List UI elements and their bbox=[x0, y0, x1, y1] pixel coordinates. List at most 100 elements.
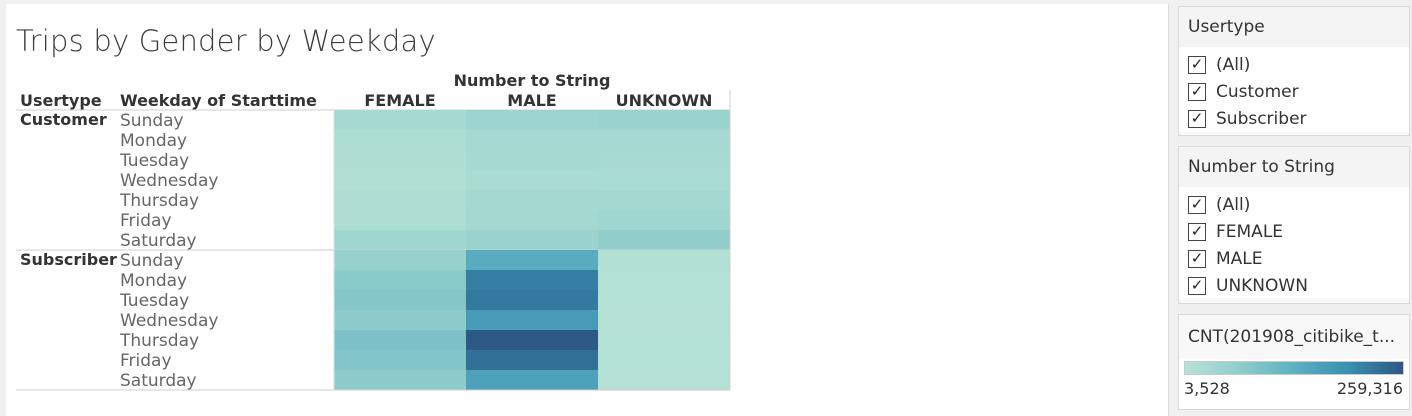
check-icon: ✓ bbox=[1190, 222, 1204, 240]
heatmap-cell[interactable] bbox=[466, 170, 599, 191]
checkbox[interactable]: ✓ bbox=[1188, 249, 1206, 268]
row-label: Saturday bbox=[120, 371, 197, 391]
checkbox[interactable]: ✓ bbox=[1188, 55, 1206, 74]
heatmap-cell[interactable] bbox=[466, 290, 599, 311]
heatmap-cell[interactable] bbox=[334, 150, 467, 171]
heatmap-cell[interactable] bbox=[598, 350, 731, 371]
filter-option-label: Subscriber bbox=[1216, 108, 1307, 129]
usertype-filter-panel: Usertype ✓ (All) ✓ Customer ✓ Subscriber bbox=[1178, 6, 1410, 136]
heatmap-cell[interactable] bbox=[334, 250, 467, 271]
row-label: Friday bbox=[120, 351, 172, 371]
heatmap-cell[interactable] bbox=[334, 110, 467, 131]
heatmap-cell[interactable] bbox=[334, 210, 467, 231]
row-label: Monday bbox=[120, 271, 187, 291]
heatmap-cell[interactable] bbox=[466, 250, 599, 271]
column-label: FEMALE bbox=[364, 91, 435, 110]
row-label: Wednesday bbox=[120, 311, 218, 331]
heatmap: Number to String Usertype Weekday of Start… bbox=[16, 71, 731, 391]
row-label: Monday bbox=[120, 131, 187, 151]
heatmap-cell[interactable] bbox=[466, 150, 599, 171]
heatmap-cell[interactable] bbox=[598, 110, 731, 131]
heatmap-cell[interactable] bbox=[598, 230, 731, 251]
heatmap-cell[interactable] bbox=[598, 270, 731, 291]
heatmap-cell[interactable] bbox=[466, 310, 599, 331]
column-label: UNKNOWN bbox=[616, 91, 713, 110]
filter-option-unknown[interactable]: ✓ UNKNOWN bbox=[1179, 272, 1409, 299]
heatmap-cell[interactable] bbox=[466, 330, 599, 351]
check-icon: ✓ bbox=[1190, 249, 1204, 267]
row-header-weekday: Weekday of Starttime bbox=[120, 91, 317, 110]
heatmap-cell[interactable] bbox=[466, 270, 599, 291]
gender-filter-title: Number to String bbox=[1179, 147, 1409, 187]
row-label: Sunday bbox=[120, 251, 184, 271]
check-icon: ✓ bbox=[1190, 109, 1204, 127]
heatmap-cell[interactable] bbox=[598, 190, 731, 211]
legend-min-label: 3,528 bbox=[1184, 379, 1230, 398]
heatmap-cell[interactable] bbox=[334, 130, 467, 151]
group-label: Customer bbox=[20, 110, 107, 129]
heatmap-cell[interactable] bbox=[598, 170, 731, 191]
row-label: Wednesday bbox=[120, 171, 218, 191]
heatmap-cell[interactable] bbox=[466, 230, 599, 251]
filter-option-label: UNKNOWN bbox=[1216, 275, 1308, 296]
check-icon: ✓ bbox=[1190, 82, 1204, 100]
heatmap-cell[interactable] bbox=[598, 290, 731, 311]
filter-option-all[interactable]: ✓ (All) bbox=[1179, 51, 1409, 78]
filter-option-label: (All) bbox=[1216, 194, 1251, 215]
filter-option-male[interactable]: ✓ MALE bbox=[1179, 245, 1409, 272]
heatmap-cell[interactable] bbox=[334, 330, 467, 351]
group-label: Subscriber bbox=[20, 250, 117, 269]
row-label: Thursday bbox=[119, 191, 199, 211]
heatmap-cell[interactable] bbox=[598, 130, 731, 151]
heatmap-cell[interactable] bbox=[466, 210, 599, 231]
checkbox[interactable]: ✓ bbox=[1188, 109, 1206, 128]
gender-filter-panel: Number to String ✓ (All) ✓ FEMALE ✓ MALE… bbox=[1178, 146, 1410, 304]
heatmap-cell[interactable] bbox=[466, 350, 599, 371]
row-label: Tuesday bbox=[119, 291, 189, 311]
row-label: Sunday bbox=[120, 111, 184, 131]
heatmap-cell[interactable] bbox=[466, 190, 599, 211]
heatmap-cell[interactable] bbox=[598, 210, 731, 231]
filter-option-label: FEMALE bbox=[1216, 221, 1284, 242]
heatmap-cell[interactable] bbox=[598, 150, 731, 171]
checkbox[interactable]: ✓ bbox=[1188, 82, 1206, 101]
worksheet: Trips by Gender by Weekday Number to Str… bbox=[6, 4, 1169, 416]
heatmap-cell[interactable] bbox=[334, 370, 467, 391]
color-gradient-bar bbox=[1184, 361, 1404, 375]
heatmap-cell[interactable] bbox=[334, 350, 467, 371]
heatmap-cell[interactable] bbox=[466, 370, 599, 391]
usertype-filter-title: Usertype bbox=[1179, 7, 1409, 47]
filter-option-female[interactable]: ✓ FEMALE bbox=[1179, 218, 1409, 245]
heatmap-cell[interactable] bbox=[334, 230, 467, 251]
check-icon: ✓ bbox=[1190, 55, 1204, 73]
row-label: Tuesday bbox=[119, 151, 189, 171]
heatmap-cell[interactable] bbox=[466, 130, 599, 151]
check-icon: ✓ bbox=[1190, 195, 1204, 213]
color-legend-panel: CNT(201908_citibike_t... 3,528 259,316 bbox=[1178, 314, 1410, 410]
checkbox[interactable]: ✓ bbox=[1188, 222, 1206, 241]
heatmap-cell[interactable] bbox=[334, 190, 467, 211]
filter-option-label: MALE bbox=[1216, 248, 1263, 269]
filter-option-all[interactable]: ✓ (All) bbox=[1179, 191, 1409, 218]
filter-option-subscriber[interactable]: ✓ Subscriber bbox=[1179, 105, 1409, 132]
color-legend-title: CNT(201908_citibike_t... bbox=[1179, 315, 1409, 359]
filter-option-label: Customer bbox=[1216, 81, 1299, 102]
heatmap-cell[interactable] bbox=[334, 170, 467, 191]
heatmap-cell[interactable] bbox=[598, 310, 731, 331]
filter-option-label: (All) bbox=[1216, 54, 1251, 75]
heatmap-cell[interactable] bbox=[334, 270, 467, 291]
row-label: Friday bbox=[120, 211, 172, 231]
heatmap-cell[interactable] bbox=[334, 290, 467, 311]
heatmap-cell[interactable] bbox=[598, 370, 731, 391]
check-icon: ✓ bbox=[1190, 276, 1204, 294]
heatmap-cell[interactable] bbox=[334, 310, 467, 331]
row-label: Thursday bbox=[119, 331, 199, 351]
column-header: Number to String bbox=[454, 71, 611, 90]
heatmap-cell[interactable] bbox=[598, 330, 731, 351]
legend-max-label: 259,316 bbox=[1336, 379, 1403, 398]
checkbox[interactable]: ✓ bbox=[1188, 276, 1206, 295]
heatmap-cell[interactable] bbox=[598, 250, 731, 271]
heatmap-cell[interactable] bbox=[466, 110, 599, 131]
filter-option-customer[interactable]: ✓ Customer bbox=[1179, 78, 1409, 105]
checkbox[interactable]: ✓ bbox=[1188, 195, 1206, 214]
